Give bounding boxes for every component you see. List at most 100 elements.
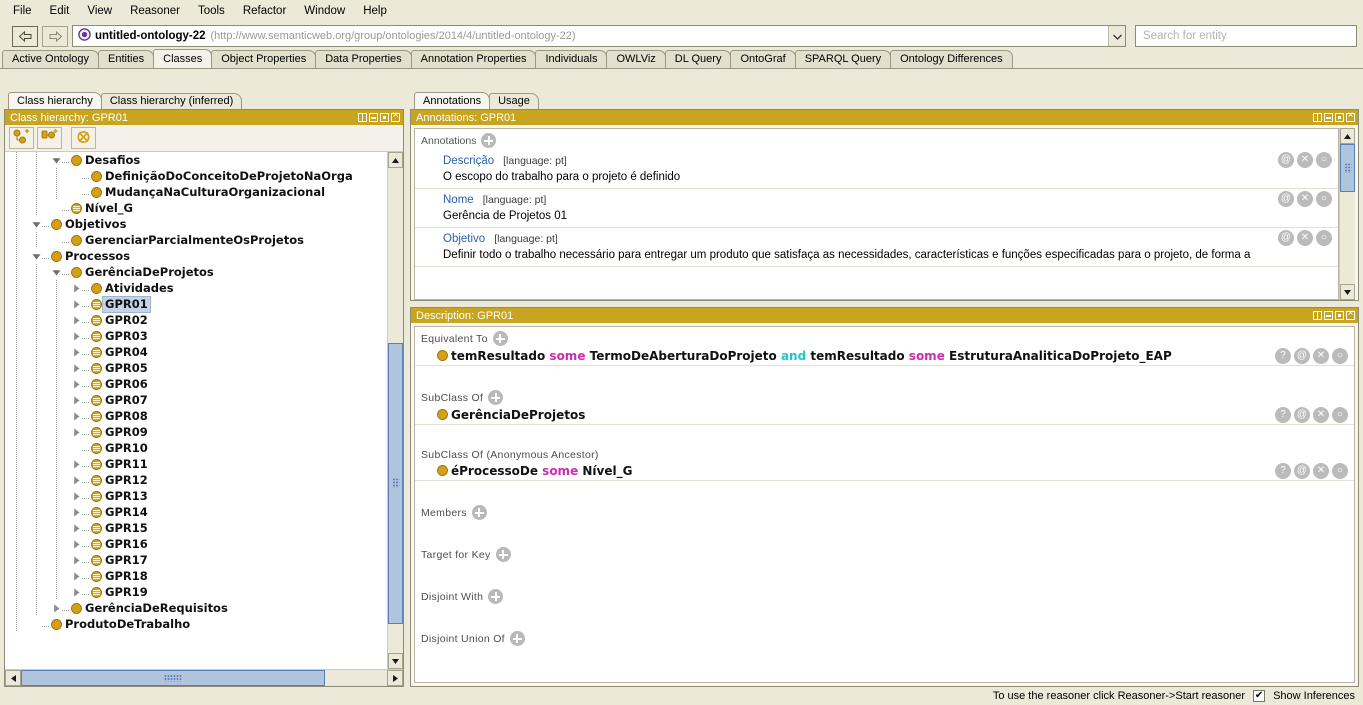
at-icon[interactable]: @ bbox=[1278, 191, 1294, 207]
annotation-row[interactable]: Objetivo [language: pt] Definir todo o tra… bbox=[415, 228, 1338, 267]
help-icon[interactable]: ? bbox=[1275, 348, 1291, 364]
axiom-row[interactable]: GerênciaDeProjetos? @ ✕ ○ bbox=[415, 406, 1354, 425]
tree-expand-toggle-icon[interactable] bbox=[71, 572, 82, 581]
annotation-property-link[interactable]: Nome bbox=[443, 194, 474, 206]
tree-expand-toggle-icon[interactable] bbox=[71, 524, 82, 533]
tree-node[interactable]: GPR14 bbox=[5, 504, 387, 520]
add-disjoint-union-of-button[interactable] bbox=[509, 631, 525, 646]
ontology-dropdown-button[interactable] bbox=[1108, 26, 1125, 46]
tab-entities[interactable]: Entities bbox=[98, 50, 155, 68]
tree-node[interactable]: GPR15 bbox=[5, 520, 387, 536]
scroll-down-button[interactable] bbox=[388, 653, 403, 669]
delete-icon[interactable]: ✕ bbox=[1297, 230, 1313, 246]
tree-node[interactable]: GPR11 bbox=[5, 456, 387, 472]
tree-expand-toggle-icon[interactable] bbox=[71, 428, 82, 437]
tree-scroll-thumb[interactable] bbox=[388, 342, 403, 624]
tree-expand-toggle-icon[interactable] bbox=[71, 380, 82, 389]
tree-node[interactable]: Nível_G bbox=[5, 200, 387, 216]
anno-scroll-track[interactable] bbox=[1340, 144, 1355, 284]
tree-expand-toggle-icon[interactable] bbox=[71, 556, 82, 565]
tree-node[interactable]: GPR16 bbox=[5, 536, 387, 552]
tree-expand-toggle-icon[interactable] bbox=[71, 316, 82, 325]
tree-node[interactable]: Atividades bbox=[5, 280, 387, 296]
tree-node[interactable]: GerenciarParcialmenteOsProjetos bbox=[5, 232, 387, 248]
split-panel-icon[interactable] bbox=[1313, 113, 1322, 122]
tree-expand-toggle-icon[interactable] bbox=[71, 364, 82, 373]
tree-node[interactable]: GPR18 bbox=[5, 568, 387, 584]
edit-icon[interactable]: ○ bbox=[1316, 191, 1332, 207]
tree-node[interactable]: GPR12 bbox=[5, 472, 387, 488]
tree-expand-toggle-icon[interactable] bbox=[71, 588, 82, 597]
tree-expand-toggle-icon[interactable] bbox=[71, 396, 82, 405]
add-sibling-class-button[interactable] bbox=[37, 127, 62, 149]
help-icon[interactable]: ? bbox=[1275, 463, 1291, 479]
tree-node[interactable]: GPR10 bbox=[5, 440, 387, 456]
delete-icon[interactable]: ✕ bbox=[1313, 348, 1329, 364]
tree-node[interactable]: GPR05 bbox=[5, 360, 387, 376]
add-members-button[interactable] bbox=[471, 505, 487, 520]
tree-expand-toggle-icon[interactable] bbox=[71, 348, 82, 357]
anno-scroll-thumb[interactable] bbox=[1340, 144, 1355, 192]
annotation-row[interactable]: Nome [language: pt] Gerência de Projetos 0… bbox=[415, 189, 1338, 228]
tree-node[interactable]: GPR17 bbox=[5, 552, 387, 568]
forward-button[interactable] bbox=[42, 25, 68, 47]
tab-object-properties[interactable]: Object Properties bbox=[211, 50, 317, 68]
anno-scroll-up-button[interactable] bbox=[1340, 128, 1355, 144]
tab-data-properties[interactable]: Data Properties bbox=[315, 50, 412, 68]
anno-scroll-down-button[interactable] bbox=[1340, 284, 1355, 300]
tree-hscroll-track[interactable] bbox=[21, 670, 387, 686]
menu-item-help[interactable]: Help bbox=[354, 2, 396, 20]
annotation-property-link[interactable]: Objetivo bbox=[443, 233, 485, 245]
tree-expand-toggle-icon[interactable] bbox=[71, 300, 82, 309]
tab-sparql-query[interactable]: SPARQL Query bbox=[794, 50, 892, 68]
tree-node[interactable]: GerênciaDeProjetos bbox=[5, 264, 387, 280]
minimize-panel-icon[interactable] bbox=[369, 113, 378, 122]
tree-expand-toggle-icon[interactable] bbox=[71, 492, 82, 501]
menu-item-view[interactable]: View bbox=[78, 2, 121, 20]
edit-icon[interactable]: ○ bbox=[1316, 152, 1332, 168]
tree-expand-toggle-icon[interactable] bbox=[71, 540, 82, 549]
tree-node[interactable]: MudançaNaCulturaOrganizacional bbox=[5, 184, 387, 200]
close-panel-icon[interactable] bbox=[1346, 308, 1355, 320]
menu-item-file[interactable]: File bbox=[4, 2, 41, 20]
tree-expand-toggle-icon[interactable] bbox=[71, 508, 82, 517]
annotation-property-link[interactable]: Descrição bbox=[443, 155, 494, 167]
show-inferences-checkbox[interactable] bbox=[1253, 690, 1266, 702]
tree-node[interactable]: GPR19 bbox=[5, 584, 387, 600]
tree-node[interactable]: GerênciaDeRequisitos bbox=[5, 600, 387, 616]
split-panel-icon[interactable] bbox=[358, 113, 367, 122]
search-input[interactable] bbox=[1141, 29, 1351, 43]
tree-node[interactable]: GPR08 bbox=[5, 408, 387, 424]
at-icon[interactable]: @ bbox=[1294, 463, 1310, 479]
menu-item-refactor[interactable]: Refactor bbox=[234, 2, 295, 20]
tab-ontograf[interactable]: OntoGraf bbox=[730, 50, 796, 68]
tree-node[interactable]: GPR06 bbox=[5, 376, 387, 392]
tab-annotations[interactable]: Annotations bbox=[414, 92, 491, 109]
back-button[interactable] bbox=[12, 25, 38, 47]
tree-horizontal-scrollbar[interactable] bbox=[5, 669, 403, 686]
maximize-panel-icon[interactable] bbox=[1335, 311, 1344, 320]
tree-expand-toggle-icon[interactable] bbox=[51, 268, 62, 277]
tab-class-hierarchy-inferred[interactable]: Class hierarchy (inferred) bbox=[100, 93, 243, 109]
delete-icon[interactable]: ✕ bbox=[1313, 463, 1329, 479]
split-panel-icon[interactable] bbox=[1313, 311, 1322, 320]
tree-node[interactable]: GPR04 bbox=[5, 344, 387, 360]
edit-icon[interactable]: ○ bbox=[1332, 407, 1348, 423]
minimize-panel-icon[interactable] bbox=[1324, 311, 1333, 320]
annotations-vertical-scrollbar[interactable] bbox=[1339, 128, 1355, 300]
class-tree[interactable]: Desafios DefiniçãoDoConceitoDeProjetoNaOr… bbox=[5, 152, 387, 669]
tree-expand-toggle-icon[interactable] bbox=[71, 460, 82, 469]
tab-owlviz[interactable]: OWLViz bbox=[606, 50, 666, 68]
delete-icon[interactable]: ✕ bbox=[1297, 191, 1313, 207]
menu-item-window[interactable]: Window bbox=[295, 2, 354, 20]
edit-icon[interactable]: ○ bbox=[1332, 348, 1348, 364]
tab-active-ontology[interactable]: Active Ontology bbox=[2, 50, 100, 68]
scroll-left-button[interactable] bbox=[5, 670, 21, 686]
add-subclass-button[interactable] bbox=[9, 127, 34, 149]
tree-node[interactable]: Processos bbox=[5, 248, 387, 264]
tab-annotation-properties[interactable]: Annotation Properties bbox=[410, 50, 537, 68]
add-target-for-key-button[interactable] bbox=[495, 547, 511, 562]
add-subclass-of-button[interactable] bbox=[488, 390, 504, 405]
tree-expand-toggle-icon[interactable] bbox=[31, 220, 42, 229]
tab-individuals[interactable]: Individuals bbox=[535, 50, 608, 68]
